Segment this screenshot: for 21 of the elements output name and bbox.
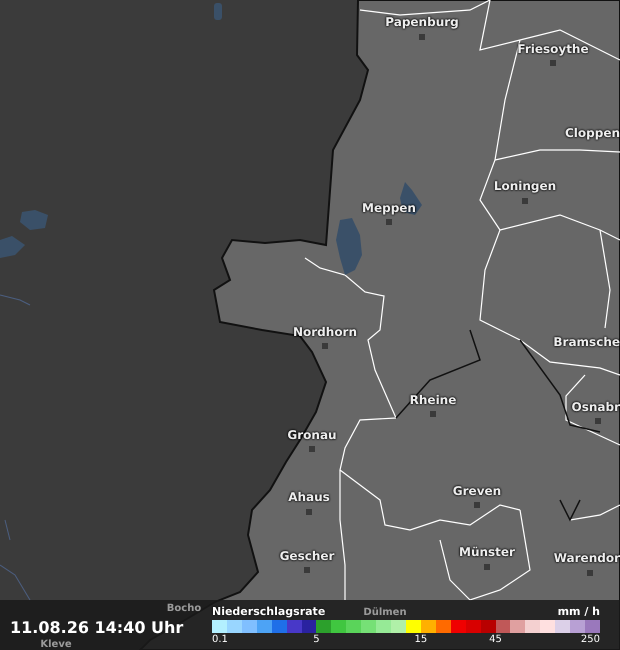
scale-tick-label: 250	[580, 634, 600, 646]
city-label: Friesoythe	[517, 42, 589, 56]
timestamp: 11.08.26 14:40 Uhr	[10, 619, 184, 637]
scale-tick-label: 45	[489, 634, 502, 646]
scale-tick-label: 15	[414, 634, 428, 646]
city-label: Papenburg	[385, 15, 459, 29]
city-label: Gescher	[280, 549, 334, 563]
city-label: Loningen	[494, 179, 556, 193]
city-label: Kleve	[40, 640, 72, 650]
scale-tick-label: 0.1	[212, 634, 228, 646]
city-label: Münster	[459, 545, 515, 559]
city-label: Dülmen	[363, 608, 407, 618]
scale-tick-label: 5	[313, 634, 320, 646]
city-label: Bocho	[166, 604, 202, 614]
city-label: Meppen	[362, 201, 416, 215]
city-label: Nordhorn	[292, 325, 358, 339]
legend-unit: mm / h	[558, 604, 600, 620]
city-label: Rheine	[410, 393, 456, 407]
legend-title: Niederschlagsrate	[212, 604, 326, 620]
city-label: Greven	[452, 484, 502, 498]
city-label: Ahaus	[288, 490, 330, 504]
